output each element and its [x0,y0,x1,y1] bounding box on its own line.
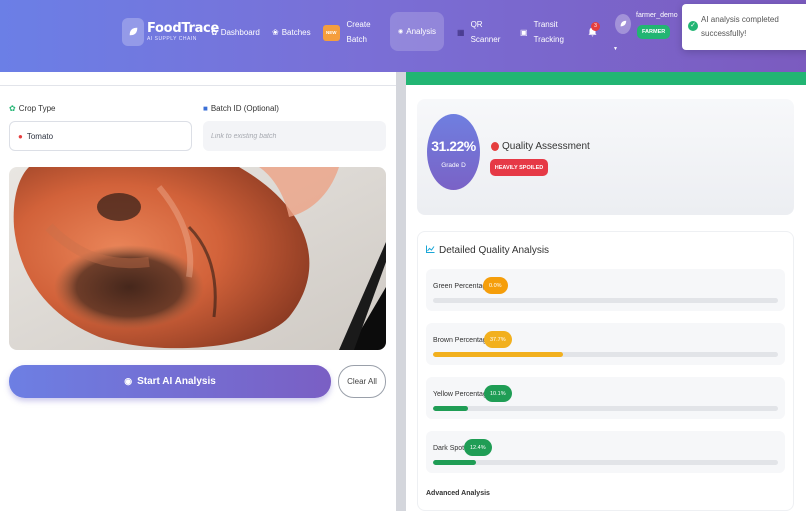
nav-batches-label: Batches [281,28,311,37]
red-status-icon [491,142,499,151]
clear-all-label: Clear All [347,377,377,386]
nav-dashboard-label: Dashboard [220,28,260,37]
detailed-analysis-title: Detailed Quality Analysis [426,245,549,256]
metric-brown: Brown Percentage 37.7% [426,323,785,365]
barcode-icon: ■ [203,104,208,113]
nav-create-line2: Batch [346,35,367,44]
metric-value-pill: 37.7% [484,331,512,348]
avatar[interactable] [615,14,631,34]
batch-id-input[interactable] [203,121,386,151]
metric-dark-spots: Dark Spots 12.4% [426,431,785,473]
nav-dashboard[interactable]: ✿ Dashboard [211,27,260,39]
quality-grade: Grade D [441,162,466,169]
metric-track [433,406,778,411]
chart-line-icon [426,245,435,256]
nav-transit-line2: Tracking [533,35,564,44]
nav-qr-scanner[interactable]: ▦ QR Scanner [457,19,500,46]
seedling-icon: ❀ [272,28,279,37]
metric-label: Brown Percentage [433,337,491,344]
quality-assessment-title: Quality Assessment [491,141,590,152]
qr-code-icon: ▦ [457,27,465,37]
nav-qr-line2: Scanner [470,35,501,44]
brain-icon: ◉ [124,376,133,386]
start-ai-analysis-button[interactable]: ◉ Start AI Analysis [9,365,331,398]
metric-bar-fill [433,406,468,411]
nav-transit-line1: Transit [533,20,558,29]
metric-green: Green Percentage 0.0% [426,269,785,311]
metric-label: Dark Spots [433,445,468,452]
check-circle-icon: ✓ [688,21,698,31]
batch-id-label-text: Batch ID (Optional) [210,104,279,113]
toast-message: AI analysis completed successfully! [701,15,779,38]
nav-create-batch[interactable]: NEW Create Batch [323,19,371,46]
truck-icon: ▣ [520,27,528,37]
detailed-analysis-text: Detailed Quality Analysis [439,245,550,256]
advanced-analysis-heading: Advanced Analysis [426,490,490,497]
metric-bar-fill [433,460,476,465]
success-toast[interactable]: ✓ AI analysis completed successfully! [682,4,806,50]
metric-label: Yellow Percentage [433,391,491,398]
results-header-bar [406,72,806,85]
new-badge: NEW [323,24,340,41]
brain-icon: ◉ [398,28,404,35]
role-badge: FARMER [637,25,671,39]
nav-transit-tracking[interactable]: ▣ Transit Tracking [520,19,564,46]
tomato-icon: ● [18,131,23,141]
quality-score-circle: 31.22% Grade D [427,114,480,190]
leaf-logo-icon[interactable] [122,18,144,46]
crop-type-label: ✿ Crop Type [9,104,55,113]
status-badge: HEAVILY SPOILED [490,159,548,176]
notification-count: 3 [591,22,600,31]
brand-tagline: AI SUPPLY CHAIN [147,36,197,42]
crop-type-value: Tomato [26,131,54,141]
username[interactable]: farmer_demo [636,12,678,19]
metric-bar-fill [433,352,564,357]
clear-all-button[interactable]: Clear All [338,365,386,398]
leaf-icon: ✿ [211,28,218,37]
metric-value-pill: 10.1% [484,385,512,402]
nav-analysis-label: Analysis [406,26,437,36]
start-ai-analysis-label: Start AI Analysis [137,376,216,387]
upload-panel-header [0,72,396,86]
nav-create-line1: Create [346,20,371,29]
quality-assessment-text: Quality Assessment [502,141,590,152]
crop-type-label-text: Crop Type [18,104,56,113]
metric-label: Green Percentage [433,283,491,290]
nav-batches[interactable]: ❀ Batches [272,27,311,39]
nav-analysis[interactable]: ◉ Analysis [390,12,445,51]
crop-type-select[interactable]: ● Tomato [9,121,192,151]
leaf-icon: ✿ [9,104,16,113]
metric-yellow: Yellow Percentage 10.1% [426,377,785,419]
metric-track [433,298,778,303]
metric-track [433,460,778,465]
metric-value-pill: 12.4% [464,439,492,456]
quality-score: 31.22% [431,138,476,154]
nav-qr-line1: QR [470,20,483,29]
batch-id-label: ■ Batch ID (Optional) [203,104,279,113]
metric-value-pill: 0.0% [483,277,508,294]
chevron-down-icon[interactable]: ▼ [613,46,618,52]
panel-divider [396,72,406,511]
brand-name[interactable]: FoodTrace [147,21,219,36]
metric-track [433,352,778,357]
uploaded-produce-image [9,167,386,350]
